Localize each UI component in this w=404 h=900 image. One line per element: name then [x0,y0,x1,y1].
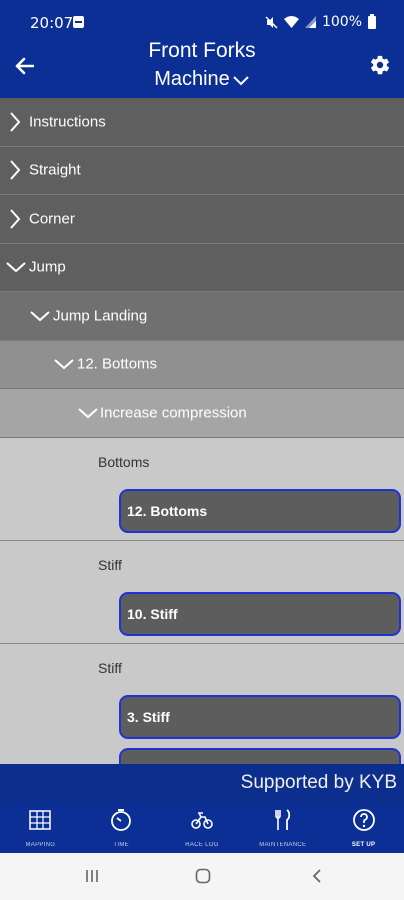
nav-maintenance[interactable]: MAINTENANCE [242,804,323,853]
grid-icon [29,810,52,830]
tree-item-jump[interactable]: Jump [0,243,404,292]
tree-item-label: Increase compression [100,404,247,422]
chevron-down-icon [233,75,249,85]
page-title: Front Forks [148,39,256,62]
tree-item-label: Straight [29,161,81,179]
result-section-bottoms: Bottoms 12. Bottoms [0,437,404,541]
tree-item-label: Jump [29,258,66,276]
nav-race-log[interactable]: RACE LOG [162,804,243,853]
nav-mapping[interactable]: MAPPING [0,804,81,853]
chevron-down-icon [78,408,98,419]
tree-item-instructions[interactable]: Instructions [0,98,404,147]
fork-knife-icon [274,809,290,830]
tree-item-corner[interactable]: Corner [0,195,404,244]
setting-button-3-stiff[interactable]: 3. Stiff [119,694,401,739]
bottom-nav: MAPPING TIME RACE LOG MAINTENANCE SET UP [0,804,404,853]
chevron-down-icon [30,311,50,322]
chevron-right-icon [10,160,21,180]
tree-item-label: Jump Landing [53,307,148,325]
notification-icon [73,16,84,28]
status-indicators: 100% [265,13,376,30]
tree-item-bottoms[interactable]: 12. Bottoms [0,340,404,389]
result-section-stiff-2: Stiff 3. Stiff [0,643,404,792]
chevron-down-icon [54,359,74,370]
result-heading: Stiff [98,556,122,573]
tree-item-jump-landing[interactable]: Jump Landing [0,292,404,341]
setting-button-12-bottoms[interactable]: 12. Bottoms [119,488,401,533]
back-nav-icon[interactable] [311,868,323,884]
setup-tree: Instructions Straight Corner Jump Jump L… [0,98,404,792]
system-nav-bar [0,853,404,900]
sponsor-text: Supported by KYB [240,772,397,793]
tree-item-label: Corner [29,210,75,228]
gear-icon [371,55,389,75]
mute-icon [265,15,278,29]
tree-item-label: 12. Bottoms [77,355,158,373]
recents-icon[interactable] [84,868,100,884]
battery-percent: 100% [321,14,362,30]
chevron-right-icon [10,209,21,229]
wifi-icon [283,16,299,28]
chevron-right-icon [10,112,21,132]
status-time: 20:07 [30,14,74,32]
battery-icon [368,13,376,29]
nav-time[interactable]: TIME [81,804,162,853]
result-heading: Stiff [98,659,122,676]
nav-label: RACE LOG [185,842,219,848]
result-heading: Bottoms [98,453,150,470]
tree-item-increase-compression[interactable]: Increase compression [0,389,404,438]
nav-label: SET UP [351,842,376,848]
app-header: Front Forks Machine [0,39,404,98]
home-icon[interactable] [195,868,211,884]
machine-selector-label: Machine [154,68,230,90]
tree-item-label: Instructions [29,113,106,131]
motorbike-icon [191,812,213,829]
chevron-down-icon [6,262,26,273]
machine-selector[interactable]: Machine [0,68,404,91]
nav-label: MAINTENANCE [259,842,307,848]
tree-item-straight[interactable]: Straight [0,146,404,195]
sponsor-banner: Supported by KYB [0,764,404,804]
stopwatch-icon [111,809,132,831]
setting-button-10-stiff[interactable]: 10. Stiff [119,591,401,636]
help-circle-icon [352,809,375,831]
signal-icon [304,16,316,28]
nav-label: MAPPING [25,842,56,848]
result-section-stiff: Stiff 10. Stiff [0,540,404,644]
nav-label: TIME [113,842,129,848]
nav-set-up[interactable]: SET UP [323,804,404,853]
settings-button[interactable] [369,54,393,78]
